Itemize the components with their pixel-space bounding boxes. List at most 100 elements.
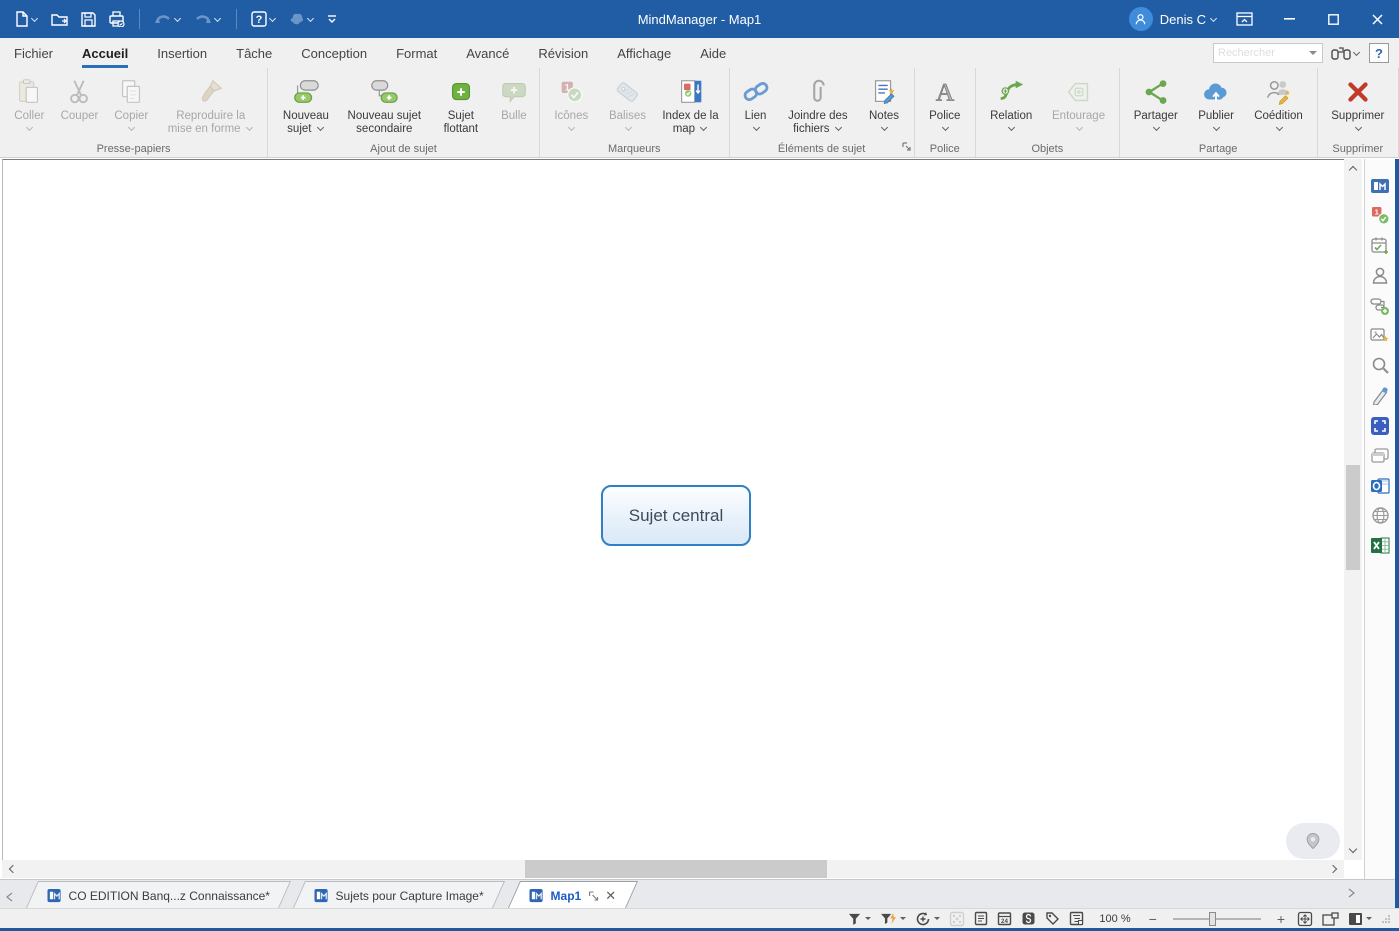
vertical-scrollbar[interactable]: [1344, 159, 1362, 860]
markers-panel-icon[interactable]: 1: [1368, 205, 1392, 226]
lien-button[interactable]: Lien: [734, 72, 778, 138]
tab-avance[interactable]: Avancé: [466, 38, 509, 68]
save-button[interactable]: [77, 9, 100, 30]
nouveau-sujet-button[interactable]: Nouveau sujet: [272, 72, 340, 138]
scroll-left-arrow[interactable]: [4, 860, 20, 878]
sujet-flottant-button[interactable]: Sujet flottant: [429, 72, 493, 138]
tab-affichage[interactable]: Affichage: [617, 38, 671, 68]
coller-button[interactable]: Coller: [4, 72, 55, 138]
close-tab-icon[interactable]: ✕: [605, 889, 616, 902]
reproduire-mise-en-forme-button[interactable]: Reproduire la mise en forme: [158, 72, 263, 138]
resize-grip[interactable]: [1381, 914, 1391, 924]
balises-button[interactable]: Balises: [599, 72, 657, 138]
filter-button[interactable]: [847, 912, 871, 926]
redo-button[interactable]: [190, 9, 226, 29]
nouveau-sujet-secondaire-button[interactable]: Nouveau sujet secondaire: [340, 72, 429, 138]
topic-links-toggle-button[interactable]: [1021, 911, 1036, 926]
windows-panel-icon[interactable]: [1368, 445, 1392, 466]
images-panel-icon[interactable]: [1368, 325, 1392, 346]
show-panels-button[interactable]: [1322, 912, 1339, 926]
tab-aide[interactable]: Aide: [700, 38, 726, 68]
side-panel-rail: 1: [1364, 159, 1395, 908]
ribbon-display-options-button[interactable]: [1236, 12, 1253, 26]
zoom-slider[interactable]: [1173, 918, 1261, 920]
police-button[interactable]: A Police: [919, 72, 971, 138]
index-de-la-map-button[interactable]: Index de la map: [656, 72, 724, 138]
document-tab[interactable]: Sujets pour Capture Image*: [293, 881, 505, 908]
document-tab[interactable]: CO EDITION Banq...z Connaissance*: [26, 881, 291, 908]
outlook-panel-icon[interactable]: [1368, 475, 1392, 496]
user-menu[interactable]: Denis C: [1160, 12, 1206, 27]
tab-tache[interactable]: Tâche: [236, 38, 272, 68]
capture-panel-icon[interactable]: [1368, 415, 1392, 436]
customize-quick-access-button[interactable]: [323, 11, 341, 27]
tab-revision[interactable]: Révision: [538, 38, 588, 68]
horizontal-scrollbar-thumb[interactable]: [525, 860, 827, 878]
map-canvas[interactable]: Sujet central: [2, 159, 1344, 860]
supprimer-button[interactable]: Supprimer: [1322, 72, 1394, 138]
minimize-button[interactable]: [1267, 0, 1311, 38]
vertical-scrollbar-thumb[interactable]: [1346, 465, 1360, 570]
maximize-button[interactable]: [1311, 0, 1355, 38]
tab-scroll-right-button[interactable]: [1343, 882, 1361, 904]
tags-toggle-button[interactable]: [1045, 911, 1060, 926]
zoom-out-button[interactable]: −: [1146, 911, 1160, 927]
search-panel-icon[interactable]: [1368, 355, 1392, 376]
close-button[interactable]: [1355, 0, 1399, 38]
copier-button[interactable]: Copier: [104, 72, 158, 138]
task-info-toggle-button[interactable]: 24: [997, 911, 1012, 926]
tab-conception[interactable]: Conception: [301, 38, 367, 68]
dialog-launcher-icon[interactable]: [902, 140, 911, 154]
scroll-down-arrow[interactable]: [1344, 842, 1362, 858]
search-dropdown-icon[interactable]: [1309, 51, 1317, 55]
relation-button[interactable]: Relation: [980, 72, 1042, 138]
tab-fichier[interactable]: Fichier: [14, 38, 53, 68]
task-info-panel-icon[interactable]: [1368, 235, 1392, 256]
tab-scroll-left-button[interactable]: [0, 886, 18, 908]
coedition-button[interactable]: Coédition: [1244, 72, 1312, 138]
find-button[interactable]: [1331, 46, 1361, 61]
help-button[interactable]: ?: [247, 8, 281, 30]
chevron-down-icon[interactable]: [1210, 16, 1218, 23]
popout-icon[interactable]: [588, 890, 598, 900]
user-avatar[interactable]: [1129, 7, 1153, 31]
web-panel-icon[interactable]: [1368, 505, 1392, 526]
central-topic[interactable]: Sujet central: [601, 485, 751, 546]
joindre-des-fichiers-button[interactable]: Joindre des fichiers: [777, 72, 858, 138]
tab-format[interactable]: Format: [396, 38, 437, 68]
map-parts-panel-icon[interactable]: [1368, 295, 1392, 316]
scroll-right-arrow[interactable]: [1326, 860, 1342, 878]
view-mode-button[interactable]: [1348, 912, 1372, 926]
zoom-slider-thumb[interactable]: [1209, 912, 1216, 926]
couper-button[interactable]: Couper: [55, 72, 105, 125]
scroll-up-arrow[interactable]: [1344, 161, 1362, 177]
fit-map-button[interactable]: [1297, 911, 1313, 927]
tab-insertion[interactable]: Insertion: [157, 38, 207, 68]
open-button[interactable]: [47, 9, 73, 30]
resources-panel-icon[interactable]: [1368, 265, 1392, 286]
document-tab-active[interactable]: Map1 ✕: [508, 881, 638, 908]
power-filter-button[interactable]: [880, 912, 906, 926]
ink-panel-icon[interactable]: [1368, 385, 1392, 406]
map-locator-button[interactable]: [1286, 823, 1340, 859]
zoom-in-button[interactable]: +: [1274, 911, 1288, 927]
bulle-button[interactable]: Bulle: [493, 72, 535, 125]
search-input[interactable]: [1214, 47, 1309, 59]
ink-tools-button[interactable]: [285, 9, 319, 29]
entourage-button[interactable]: Entourage: [1042, 72, 1114, 138]
publier-button[interactable]: Publier: [1188, 72, 1245, 138]
map-index-panel-icon[interactable]: [1368, 175, 1392, 196]
print-button[interactable]: [104, 8, 129, 30]
auto-sync-button[interactable]: [915, 911, 940, 927]
excel-panel-icon[interactable]: [1368, 535, 1392, 556]
tab-accueil[interactable]: Accueil: [82, 38, 128, 68]
new-document-button[interactable]: [10, 8, 43, 30]
undo-button[interactable]: [150, 9, 186, 29]
outline-view-button[interactable]: [1069, 911, 1084, 926]
icones-button[interactable]: 1 Icônes: [544, 72, 599, 138]
notes-button[interactable]: Notes: [858, 72, 909, 138]
horizontal-scrollbar[interactable]: [2, 860, 1344, 878]
partager-button[interactable]: Partager: [1124, 72, 1188, 138]
help-pane-button[interactable]: ?: [1369, 43, 1389, 63]
notes-toggle-button[interactable]: [974, 911, 988, 926]
